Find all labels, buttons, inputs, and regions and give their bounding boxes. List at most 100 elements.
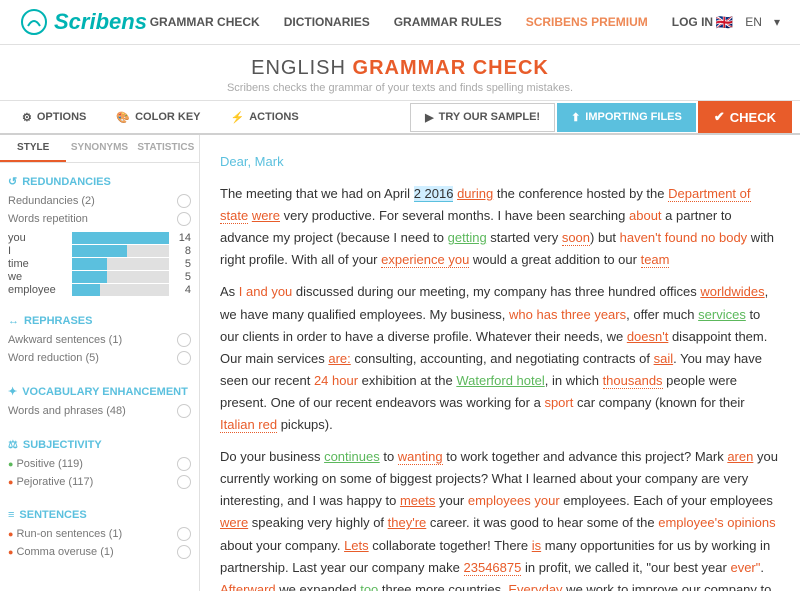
services-vocab: services (698, 307, 746, 322)
nav-links: GRAMMAR CHECK DICTIONARIES GRAMMAR RULES… (150, 15, 713, 29)
actions-button[interactable]: ⚡ ACTIONS (217, 102, 313, 135)
subjectivity-item-2: ● Pejorative (117) (8, 473, 191, 491)
nav-grammar-check[interactable]: GRAMMAR CHECK (150, 15, 260, 29)
date-highlight: 2 2016 (414, 186, 454, 202)
word-row-i: I 8 (8, 245, 191, 257)
word-bar-bg-you (72, 232, 169, 244)
rephrase-icon: ↔ (8, 315, 19, 327)
rephrases-item-2: Word reduction (5) (8, 349, 191, 367)
tab-synonyms[interactable]: SYNONYMS (66, 135, 132, 162)
sample-icon: ▶ (425, 111, 433, 124)
doesnt: doesn't (627, 329, 669, 344)
tab-statistics[interactable]: STATISTICS (133, 135, 199, 162)
circle-btn-5[interactable] (177, 404, 191, 418)
rephrases-item-1: Awkward sentences (1) (8, 331, 191, 349)
importing-button[interactable]: ⬆ IMPORTING FILES (557, 103, 696, 132)
lightning-icon: ⚡ (231, 111, 245, 124)
meets-error: meets (400, 493, 435, 508)
page-title: ENGLISH GRAMMAR CHECK (0, 57, 800, 80)
sentences-title: ≡ SENTENCES (8, 509, 191, 521)
check-label: CHECK (730, 110, 776, 125)
word-bar-time (72, 258, 107, 270)
rephrases-section: ↔ REPHRASES Awkward sentences (1) Word r… (0, 303, 199, 373)
circle-btn-4[interactable] (177, 351, 191, 365)
sentences-section: ≡ SENTENCES ● Run-on sentences (1) ● Com… (0, 497, 199, 567)
gear-icon: ⚙ (22, 111, 32, 124)
i-and-you: I and you (239, 284, 293, 299)
main-layout: STYLE SYNONYMS STATISTICS ↺ REDUNDANCIES… (0, 135, 800, 591)
number-error: 23546875 (464, 560, 522, 576)
word-bar-bg-we (72, 271, 169, 283)
circle-btn-1[interactable] (177, 194, 191, 208)
importing-label: IMPORTING FILES (585, 111, 682, 123)
word-bar-bg-employee (72, 284, 169, 296)
nav-dictionaries[interactable]: DICTIONARIES (284, 15, 370, 29)
title-main: GRAMMAR CHECK (353, 57, 549, 79)
sport-car: sport (544, 395, 573, 410)
wanting-error: wanting (398, 449, 443, 465)
circle-btn-2[interactable] (177, 212, 191, 226)
repeat-icon: ↺ (8, 175, 17, 188)
options-label: OPTIONS (37, 111, 87, 123)
word-bars: you 14 I 8 time (8, 232, 191, 296)
were-speaking: were (220, 515, 248, 530)
24hour: 24 hour (314, 373, 358, 388)
top-nav: Scribens GRAMMAR CHECK DICTIONARIES GRAM… (0, 0, 800, 45)
circle-btn-9[interactable] (177, 545, 191, 559)
are-error: are: (328, 351, 350, 366)
paragraph-1: The meeting that we had on April 2 2016 … (220, 183, 780, 271)
upload-icon: ⬆ (571, 111, 580, 124)
color-key-button[interactable]: 🎨 COLOR KEY (102, 102, 214, 135)
star-icon: ✦ (8, 385, 17, 398)
experience-you: experience you (381, 252, 469, 268)
soon-error: soon (562, 230, 590, 246)
word-bar-employee (72, 284, 100, 296)
circle-btn-8[interactable] (177, 527, 191, 541)
redundancies-item-1: Redundancies (2) (8, 192, 191, 210)
word-bar-we (72, 271, 107, 283)
nav-premium[interactable]: SCRIBENS PREMIUM (526, 15, 648, 29)
subjectivity-item-1: ● Positive (119) (8, 455, 191, 473)
sentences-item-2: ● Comma overuse (1) (8, 543, 191, 561)
sentences-icon: ≡ (8, 509, 14, 521)
nav-grammar-rules[interactable]: GRAMMAR RULES (394, 15, 502, 29)
toolbar: ⚙ OPTIONS 🎨 COLOR KEY ⚡ ACTIONS ▶ TRY OU… (0, 101, 800, 135)
run-on-dot: ● (8, 529, 13, 539)
getting-vocab: getting (448, 230, 487, 245)
tab-style[interactable]: STYLE (0, 135, 66, 162)
options-button[interactable]: ⚙ OPTIONS (8, 102, 100, 135)
palette-icon: 🎨 (116, 111, 130, 124)
everyday-error: Everyday (508, 582, 562, 591)
salutation-text: Dear, Mark (220, 154, 284, 169)
waterford: Waterford hotel (456, 373, 544, 388)
check-button[interactable]: ✔ CHECK (698, 101, 792, 133)
salutation-line: Dear, Mark (220, 151, 780, 173)
nav-login[interactable]: LOG IN (672, 15, 713, 29)
actions-label: ACTIONS (249, 111, 299, 123)
paragraph-2: As I and you discussed during our meetin… (220, 281, 780, 436)
sentences-item-1: ● Run-on sentences (1) (8, 525, 191, 543)
circle-btn-3[interactable] (177, 333, 191, 347)
circle-btn-6[interactable] (177, 457, 191, 471)
sail-error: sail (654, 351, 674, 366)
toolbar-right: ▶ TRY OUR SAMPLE! ⬆ IMPORTING FILES ✔ CH… (410, 101, 792, 133)
page-subtitle: Scribens checks the grammar of your text… (0, 82, 800, 94)
lang-label: EN (745, 15, 762, 29)
circle-btn-7[interactable] (177, 475, 191, 489)
flag-icon: 🇬🇧 (716, 14, 733, 31)
were-error: were (252, 208, 280, 223)
positive-dot: ● (8, 459, 13, 469)
too-vocab: too (360, 582, 378, 591)
sample-button[interactable]: ▶ TRY OUR SAMPLE! (410, 103, 555, 132)
vocabulary-section: ✦ VOCABULARY ENHANCEMENT Words and phras… (0, 373, 199, 426)
content-area[interactable]: Dear, Mark The meeting that we had on Ap… (200, 135, 800, 591)
paragraph-3: Do your business continues to wanting to… (220, 446, 780, 591)
word-bar-you (72, 232, 169, 244)
worldwides: worldwides (700, 284, 764, 299)
redundancies-section: ↺ REDUNDANCIES Redundancies (2) Words re… (0, 163, 199, 303)
who-three-years: who has three years (509, 307, 626, 322)
title-prefix: ENGLISH (251, 57, 346, 79)
theyre: they're (388, 515, 427, 530)
color-key-label: COLOR KEY (135, 111, 200, 123)
logo-text: Scribens (54, 9, 147, 35)
